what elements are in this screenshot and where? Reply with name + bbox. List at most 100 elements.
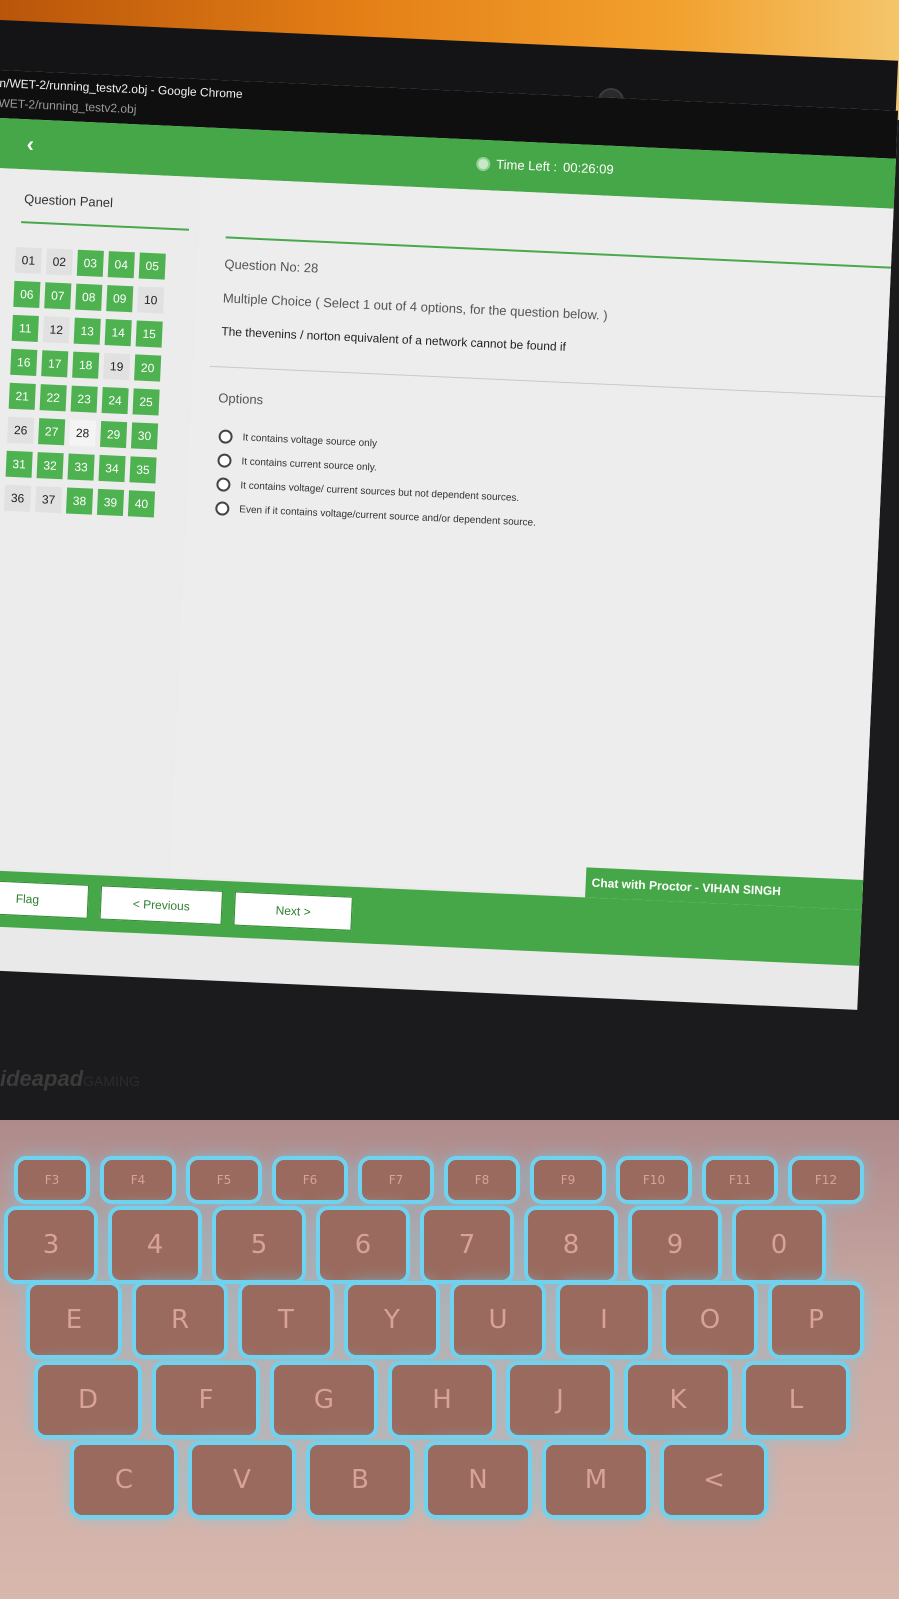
flag-button[interactable]: Flag — [0, 879, 90, 919]
question-text: The thevenins / norton equivalent of a n… — [221, 324, 567, 354]
option-label: It contains current source only. — [241, 455, 378, 473]
question-button-23[interactable]: 23 — [70, 385, 98, 413]
question-button-22[interactable]: 22 — [39, 384, 67, 412]
question-button-05[interactable]: 05 — [138, 252, 166, 280]
question-button-03[interactable]: 03 — [76, 249, 104, 277]
question-button-07[interactable]: 07 — [44, 282, 72, 310]
key-o: O — [666, 1285, 754, 1355]
radio-button[interactable] — [215, 501, 230, 516]
chevron-left-icon[interactable]: ‹ — [26, 131, 34, 157]
laptop-brand-logo: ideapadGAMING — [0, 1066, 140, 1092]
key-d: D — [38, 1365, 138, 1435]
question-button-35[interactable]: 35 — [129, 456, 157, 484]
question-button-17[interactable]: 17 — [41, 350, 69, 378]
key-f: F — [156, 1365, 256, 1435]
previous-button[interactable]: < Previous — [99, 885, 223, 925]
keyboard-row1: F3 F4 F5 F6 F7 F8 F9 F10 F11 F12 — [18, 1160, 860, 1200]
key-f5: F5 — [190, 1160, 258, 1200]
brand-suffix: GAMING — [83, 1073, 140, 1089]
key-h: H — [392, 1365, 492, 1435]
question-button-34[interactable]: 34 — [98, 454, 126, 483]
key-l: L — [746, 1365, 846, 1435]
question-button-32[interactable]: 32 — [36, 452, 64, 480]
question-button-11[interactable]: 11 — [11, 314, 39, 342]
options-title: Options — [218, 390, 264, 408]
browser-url[interactable]: WET-2/running_testv2.obj — [0, 96, 137, 116]
next-button[interactable]: Next > — [233, 891, 353, 931]
key-6: 6 — [320, 1210, 406, 1280]
key-5: 5 — [216, 1210, 302, 1280]
question-button-39[interactable]: 39 — [96, 488, 125, 517]
question-button-16[interactable]: 16 — [10, 348, 38, 376]
radio-button[interactable] — [218, 429, 233, 444]
timer-value: 00:26:09 — [562, 159, 615, 177]
question-button-09[interactable]: 09 — [106, 285, 134, 313]
question-button-24[interactable]: 24 — [101, 386, 129, 415]
question-button-01[interactable]: 01 — [14, 246, 42, 275]
question-button-14[interactable]: 14 — [104, 319, 132, 347]
question-button-33[interactable]: 33 — [67, 453, 95, 481]
laptop-keyboard: F3 F 4 F5 F6 F7 F8 F9 F10 F11 F12 34567890 ERTYUIO… — [0, 1120, 899, 1599]
question-button-15[interactable]: 15 — [135, 320, 163, 348]
key-4: 4 — [112, 1210, 198, 1280]
key-f7: F7 — [362, 1160, 430, 1200]
question-button-25[interactable]: 25 — [132, 388, 160, 416]
question-button-29[interactable]: 29 — [100, 420, 128, 449]
key-f12: F12 — [792, 1160, 860, 1200]
question-button-40[interactable]: 40 — [127, 490, 156, 518]
key-9: 9 — [632, 1210, 718, 1280]
key-c: C — [74, 1445, 174, 1515]
key-p: P — [772, 1285, 860, 1355]
key-b: B — [310, 1445, 410, 1515]
question-button-37[interactable]: 37 — [34, 486, 63, 514]
question-button-19[interactable]: 19 — [103, 353, 131, 381]
timer: Time Left : 00:26:09 — [475, 156, 615, 177]
key-f11: F11 — [706, 1160, 774, 1200]
question-button-18[interactable]: 18 — [72, 351, 100, 379]
key-t: T — [242, 1285, 330, 1355]
question-button-04[interactable]: 04 — [107, 251, 135, 279]
keyboard-row2: 34567890 — [8, 1210, 822, 1280]
key-7: 7 — [424, 1210, 510, 1280]
key-f8: F8 — [448, 1160, 516, 1200]
panel-divider — [21, 221, 189, 231]
question-button-31[interactable]: 31 — [5, 450, 33, 478]
question-button-12[interactable]: 12 — [42, 316, 70, 344]
key-8: 8 — [528, 1210, 614, 1280]
key-e: E — [30, 1285, 118, 1355]
timer-label: Time Left : — [495, 156, 558, 175]
question-button-28[interactable]: 28 — [69, 419, 97, 447]
key-0: 0 — [736, 1210, 822, 1280]
clock-icon — [475, 156, 491, 171]
keyboard-row3: ERTYUIOP — [30, 1285, 860, 1355]
question-button-36[interactable]: 36 — [4, 484, 32, 512]
question-grid: 01 02 03 04 05 06 07 08 09 10 11 12 13 14 15 16 17 18 19 20… — [4, 246, 168, 518]
question-button-26[interactable]: 26 — [7, 416, 35, 444]
key-m: M — [546, 1445, 646, 1515]
radio-button[interactable] — [217, 453, 232, 468]
question-button-13[interactable]: 13 — [73, 317, 101, 345]
key-u: U — [454, 1285, 542, 1355]
radio-button[interactable] — [216, 477, 231, 492]
key-3: 3 — [8, 1210, 94, 1280]
key-f6: F6 — [276, 1160, 344, 1200]
key-r: R — [136, 1285, 224, 1355]
question-area: Question No: 28 Multiple Choice ( Select… — [168, 177, 894, 908]
key-i: I — [560, 1285, 648, 1355]
key-f9: F9 — [534, 1160, 602, 1200]
question-button-21[interactable]: 21 — [8, 382, 36, 410]
key-<: < — [664, 1445, 764, 1515]
question-button-02[interactable]: 02 — [45, 248, 73, 276]
question-button-20[interactable]: 20 — [134, 354, 162, 382]
question-button-10[interactable]: 10 — [137, 286, 165, 314]
question-divider — [225, 236, 891, 269]
key-f3: F3 — [18, 1160, 86, 1200]
key-n: N — [428, 1445, 528, 1515]
question-button-08[interactable]: 08 — [75, 283, 103, 311]
option-label: It contains voltage source only — [242, 431, 378, 449]
question-button-06[interactable]: 06 — [13, 280, 41, 309]
question-button-30[interactable]: 30 — [130, 422, 159, 450]
key-f10: F10 — [620, 1160, 688, 1200]
question-button-38[interactable]: 38 — [65, 487, 94, 515]
question-button-27[interactable]: 27 — [38, 418, 66, 446]
